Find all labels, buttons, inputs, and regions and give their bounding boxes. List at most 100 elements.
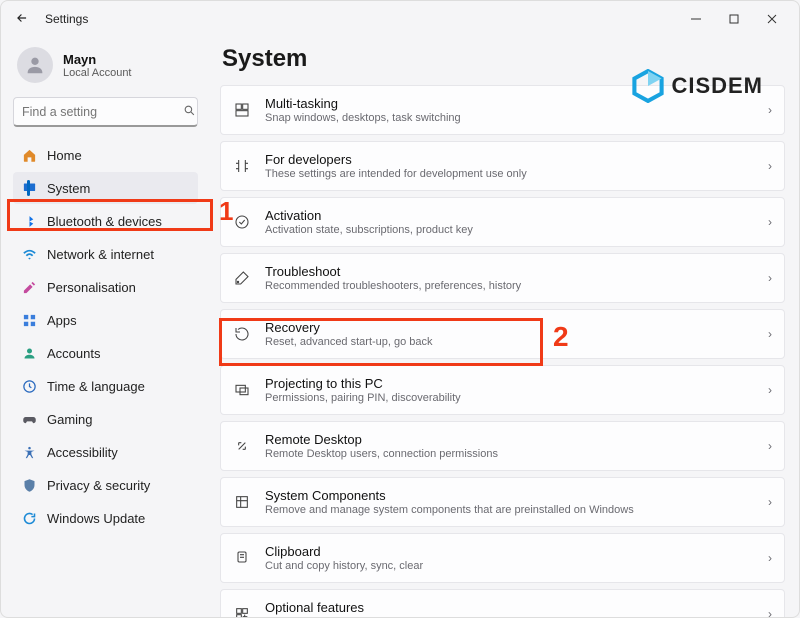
search-input-container[interactable] <box>13 97 198 127</box>
maximize-button[interactable] <box>715 5 753 33</box>
multitasking-icon <box>233 102 251 118</box>
sidebar-item-network-internet[interactable]: Network & internet <box>13 238 198 270</box>
network-icon <box>21 247 37 262</box>
settings-card-list: Multi-taskingSnap windows, desktops, tas… <box>220 85 785 617</box>
sidebar-item-privacy-security[interactable]: Privacy & security <box>13 469 198 501</box>
sidebar-item-label: Personalisation <box>47 280 136 295</box>
card-desc: Remote Desktop users, connection permiss… <box>265 448 498 460</box>
card-title: Multi-tasking <box>265 96 461 111</box>
settings-card-multi-tasking[interactable]: Multi-taskingSnap windows, desktops, tas… <box>220 85 785 135</box>
sidebar-item-label: Bluetooth & devices <box>47 214 162 229</box>
personalisation-icon <box>21 280 37 295</box>
accessibility-icon <box>21 445 37 460</box>
back-button[interactable] <box>13 11 31 28</box>
sidebar-item-label: Privacy & security <box>47 478 150 493</box>
card-title: Projecting to this PC <box>265 376 461 391</box>
sidebar-item-system[interactable]: System <box>13 172 198 204</box>
sidebar-nav: Home System Bluetooth & devices Network & i… <box>13 139 198 534</box>
card-desc: Recommended troubleshooters, preferences… <box>265 280 521 292</box>
sidebar-item-time-language[interactable]: Time & language <box>13 370 198 402</box>
developers-icon <box>233 158 251 174</box>
card-desc: These settings are intended for developm… <box>265 168 527 180</box>
card-desc: Remove and manage system components that… <box>265 504 634 516</box>
chevron-right-icon: › <box>768 327 772 341</box>
page-title: System <box>222 45 785 73</box>
optional-features-icon <box>233 606 251 617</box>
sidebar-item-label: Apps <box>47 313 77 328</box>
search-icon <box>183 104 196 120</box>
sidebar-item-apps[interactable]: Apps <box>13 304 198 336</box>
settings-card-troubleshoot[interactable]: TroubleshootRecommended troubleshooters,… <box>220 253 785 303</box>
sidebar-item-label: Accessibility <box>47 445 118 460</box>
sidebar-item-personalisation[interactable]: Personalisation <box>13 271 198 303</box>
sidebar-item-bluetooth-devices[interactable]: Bluetooth & devices <box>13 205 198 237</box>
card-desc: Extra functionality for your device <box>265 616 427 617</box>
settings-card-projecting-to-this-pc[interactable]: Projecting to this PCPermissions, pairin… <box>220 365 785 415</box>
system-components-icon <box>233 494 251 510</box>
sidebar: Mayn Local Account Home System Bluetooth &… <box>1 37 206 617</box>
time-language-icon <box>21 379 37 394</box>
projecting-icon <box>233 382 251 398</box>
chevron-right-icon: › <box>768 103 772 117</box>
troubleshoot-icon <box>233 270 251 286</box>
sidebar-item-label: System <box>47 181 90 196</box>
chevron-right-icon: › <box>768 495 772 509</box>
card-desc: Activation state, subscriptions, product… <box>265 224 473 236</box>
bluetooth-icon <box>21 214 37 229</box>
sidebar-item-label: Accounts <box>47 346 100 361</box>
sidebar-item-accessibility[interactable]: Accessibility <box>13 436 198 468</box>
card-title: Remote Desktop <box>265 432 498 447</box>
avatar <box>17 47 53 83</box>
titlebar: Settings <box>1 1 799 37</box>
settings-card-for-developers[interactable]: For developersThese settings are intende… <box>220 141 785 191</box>
sidebar-item-label: Network & internet <box>47 247 154 262</box>
settings-card-remote-desktop[interactable]: Remote DesktopRemote Desktop users, conn… <box>220 421 785 471</box>
card-title: Recovery <box>265 320 433 335</box>
card-title: System Components <box>265 488 634 503</box>
card-title: Optional features <box>265 600 427 615</box>
profile-block[interactable]: Mayn Local Account <box>17 47 194 83</box>
card-title: Activation <box>265 208 473 223</box>
chevron-right-icon: › <box>768 215 772 229</box>
chevron-right-icon: › <box>768 159 772 173</box>
card-desc: Permissions, pairing PIN, discoverabilit… <box>265 392 461 404</box>
profile-name: Mayn <box>63 52 132 67</box>
card-desc: Cut and copy history, sync, clear <box>265 560 423 572</box>
sidebar-item-accounts[interactable]: Accounts <box>13 337 198 369</box>
system-icon <box>21 181 37 196</box>
apps-icon <box>21 313 37 328</box>
settings-card-clipboard[interactable]: ClipboardCut and copy history, sync, cle… <box>220 533 785 583</box>
card-title: For developers <box>265 152 527 167</box>
search-input[interactable] <box>22 105 183 119</box>
card-desc: Snap windows, desktops, task switching <box>265 112 461 124</box>
sidebar-item-label: Time & language <box>47 379 145 394</box>
accounts-icon <box>21 346 37 361</box>
chevron-right-icon: › <box>768 439 772 453</box>
card-title: Troubleshoot <box>265 264 521 279</box>
settings-card-activation[interactable]: ActivationActivation state, subscription… <box>220 197 785 247</box>
settings-card-system-components[interactable]: System ComponentsRemove and manage syste… <box>220 477 785 527</box>
clipboard-icon <box>233 550 251 566</box>
recovery-icon <box>233 326 251 342</box>
chevron-right-icon: › <box>768 383 772 397</box>
chevron-right-icon: › <box>768 551 772 565</box>
chevron-right-icon: › <box>768 607 772 617</box>
minimize-button[interactable] <box>677 5 715 33</box>
close-button[interactable] <box>753 5 791 33</box>
settings-card-recovery[interactable]: RecoveryReset, advanced start-up, go bac… <box>220 309 785 359</box>
card-title: Clipboard <box>265 544 423 559</box>
sidebar-item-label: Gaming <box>47 412 93 427</box>
profile-sub: Local Account <box>63 67 132 79</box>
card-desc: Reset, advanced start-up, go back <box>265 336 433 348</box>
sidebar-item-gaming[interactable]: Gaming <box>13 403 198 435</box>
main-content: System Multi-taskingSnap windows, deskto… <box>206 37 799 617</box>
sidebar-item-home[interactable]: Home <box>13 139 198 171</box>
sidebar-item-windows-update[interactable]: Windows Update <box>13 502 198 534</box>
settings-card-optional-features[interactable]: Optional featuresExtra functionality for… <box>220 589 785 617</box>
remote-desktop-icon <box>233 438 251 454</box>
update-icon <box>21 511 37 526</box>
gaming-icon <box>21 412 37 427</box>
activation-icon <box>233 214 251 230</box>
sidebar-item-label: Home <box>47 148 82 163</box>
home-icon <box>21 148 37 163</box>
